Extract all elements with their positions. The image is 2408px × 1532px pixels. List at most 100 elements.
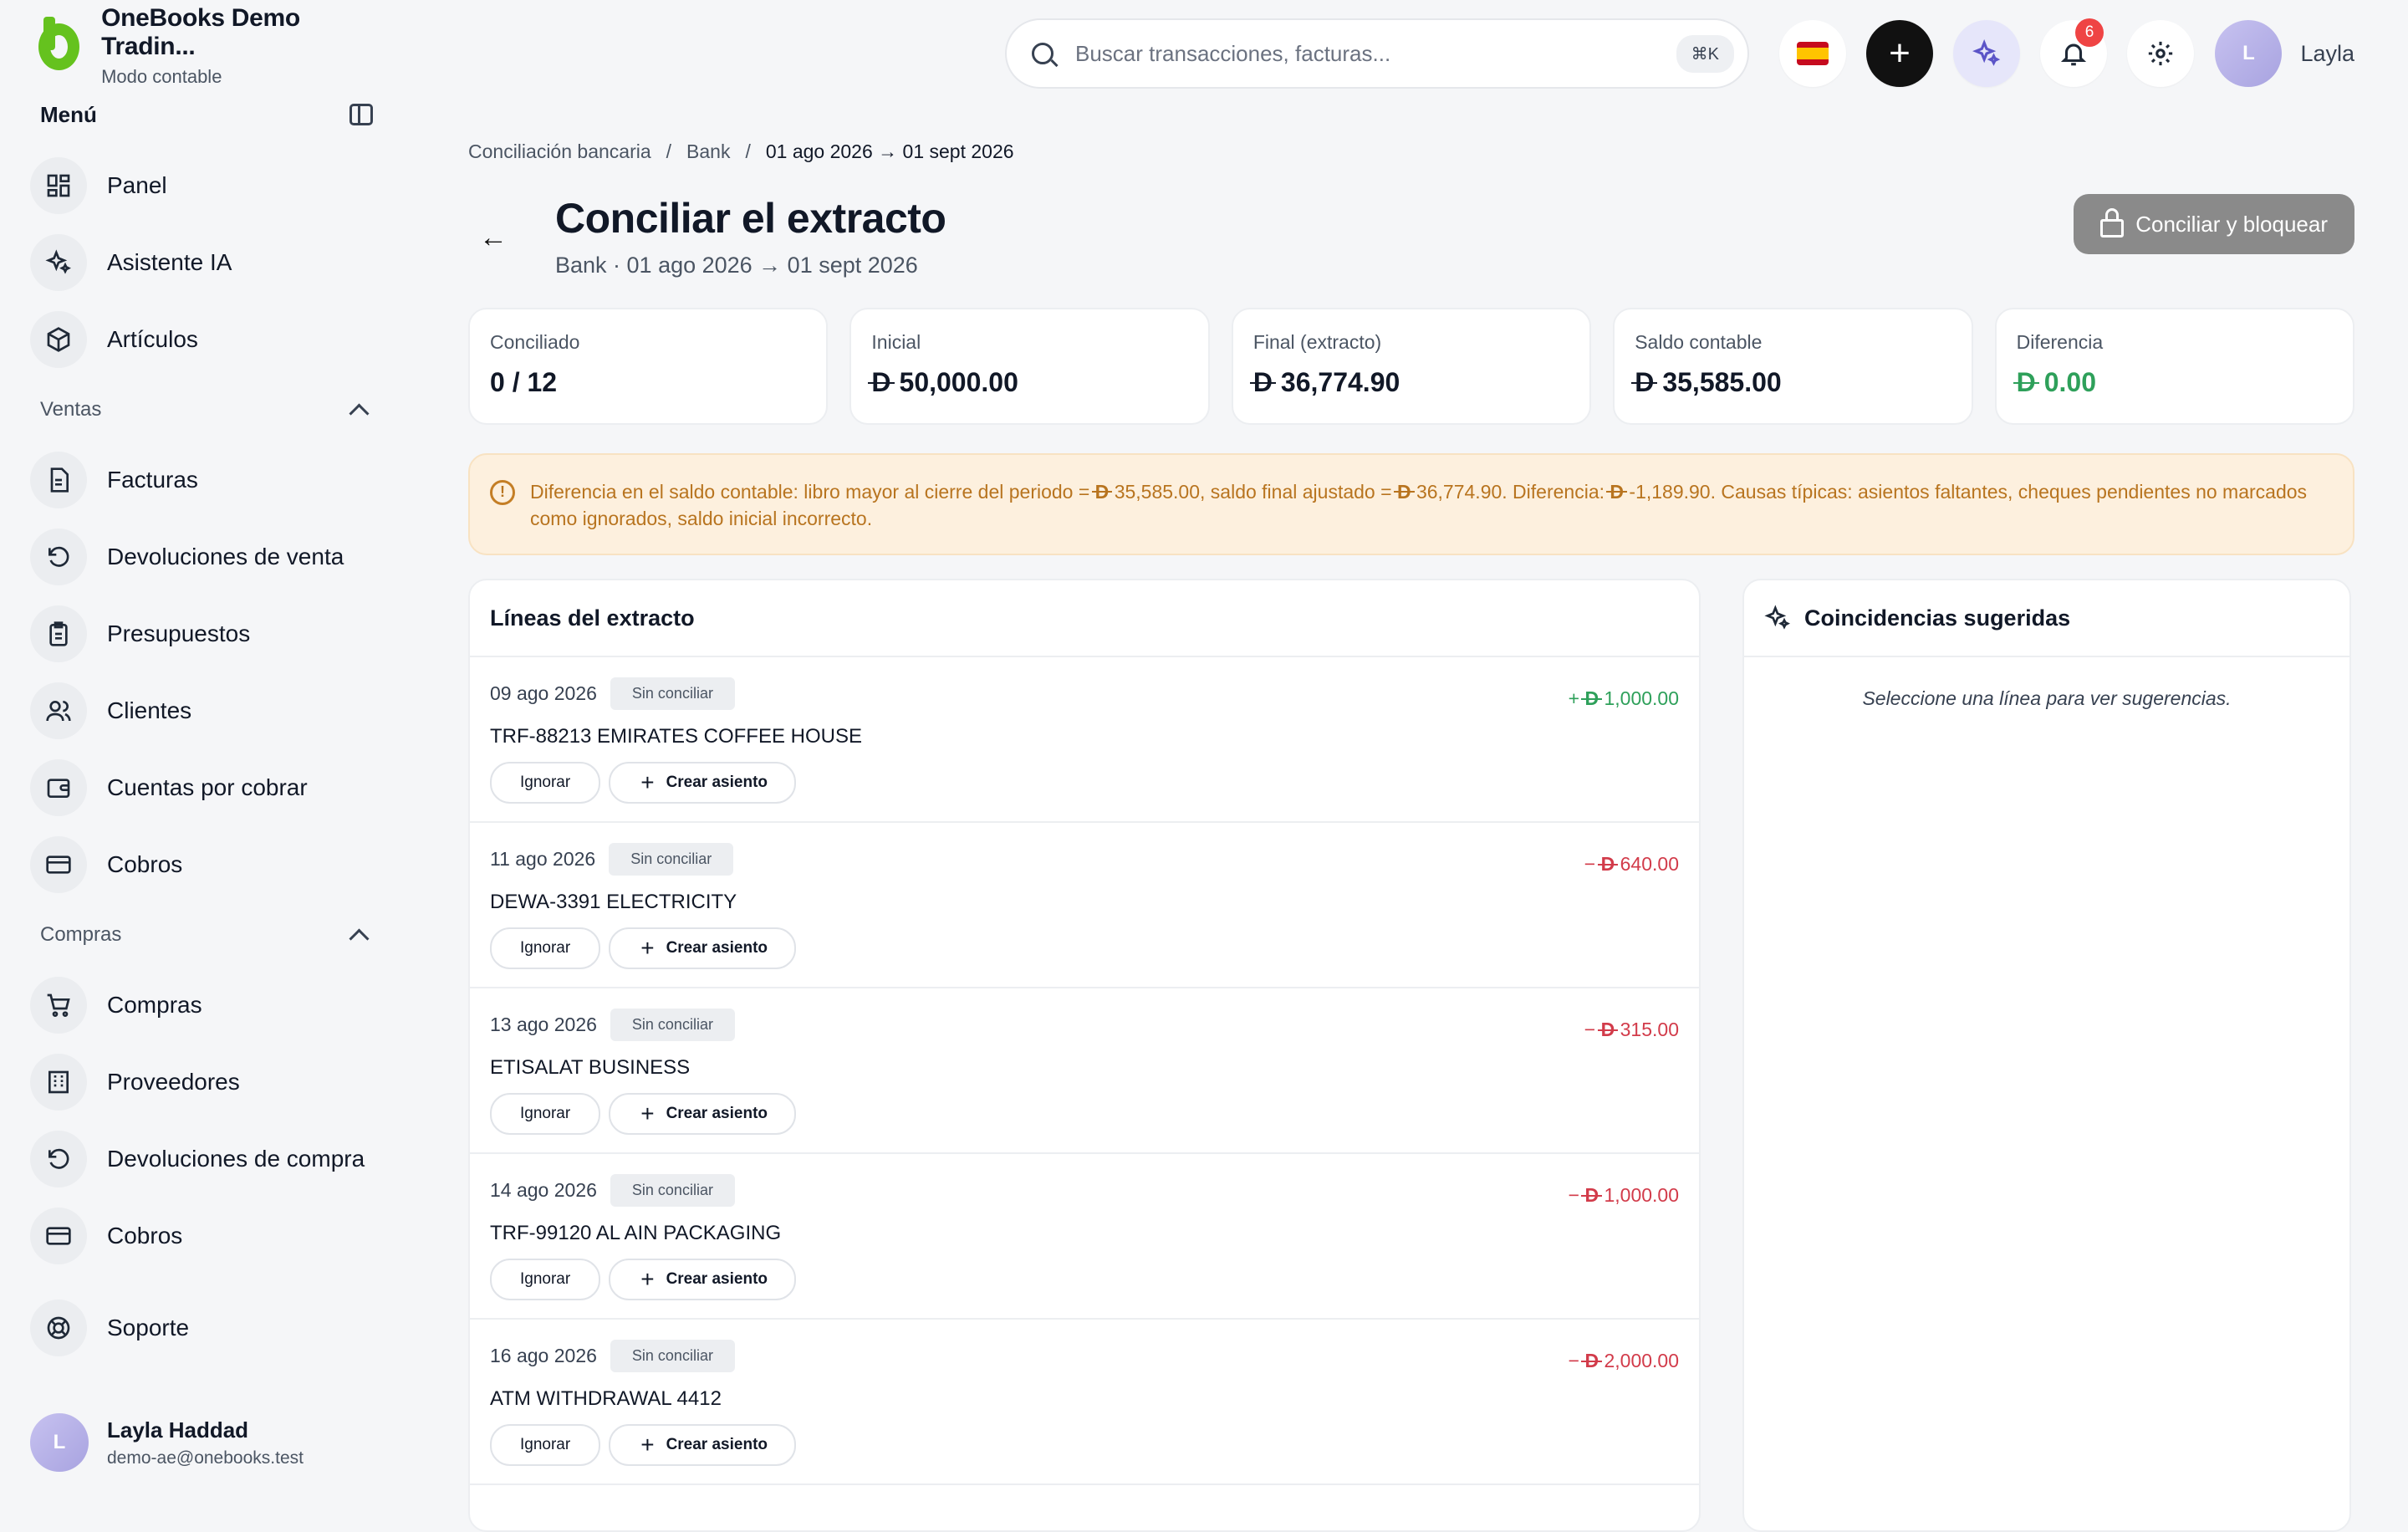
sparkles-icon	[1972, 39, 2001, 66]
search-bar[interactable]: ⌘K	[1005, 18, 1749, 89]
line-amount: − D 640.00	[1584, 853, 1679, 876]
create-new-button[interactable]: +	[1866, 20, 1933, 87]
section-compras[interactable]: Compras	[40, 903, 371, 967]
rotate-ccw-icon	[30, 1131, 87, 1187]
line-description: DEWA-3391 ELECTRICITY	[490, 891, 737, 913]
back-arrow-icon[interactable]: ←	[468, 212, 518, 263]
line-amount: + D 1,000.00	[1569, 687, 1679, 710]
sidebar-item-ai[interactable]: Asistente IA	[30, 224, 371, 301]
sidebar-item-purchase-payments[interactable]: Cobros	[30, 1198, 371, 1274]
create-entry-label: Crear asiento	[666, 939, 768, 957]
stat-opening: Inicial D 50,000.00	[849, 308, 1210, 425]
status-badge: Sin conciliar	[609, 843, 734, 876]
ignore-button[interactable]: Ignorar	[490, 927, 601, 969]
chevron-up-icon	[349, 402, 370, 424]
statement-line-row[interactable]: 13 ago 2026 Sin conciliar ETISALAT BUSIN…	[470, 988, 1699, 1154]
sidebar-item-label: Artículos	[107, 326, 198, 352]
breadcrumb-bank-reconciliation[interactable]: Conciliación bancaria	[468, 140, 651, 163]
stat-value: 35,585.00	[1662, 367, 1782, 397]
alert-value: -1,189.90	[1629, 481, 1711, 503]
line-description: TRF-99120 AL AIN PACKAGING	[490, 1222, 782, 1244]
create-entry-button[interactable]: + Crear asiento	[609, 927, 797, 969]
reconcile-lock-button[interactable]: Conciliar y bloquear	[2074, 194, 2354, 254]
user-menu[interactable]: L Layla	[2215, 20, 2354, 87]
notifications-button[interactable]: 6	[2040, 18, 2107, 87]
ignore-button[interactable]: Ignorar	[490, 1093, 601, 1135]
notification-count-badge: 6	[2075, 18, 2104, 47]
company-mode: Modo contable	[101, 66, 222, 87]
user-email: demo-ae@onebooks.test	[107, 1448, 304, 1468]
cart-icon	[30, 977, 87, 1034]
create-entry-button[interactable]: + Crear asiento	[609, 1424, 797, 1466]
create-entry-button[interactable]: + Crear asiento	[609, 1259, 797, 1300]
section-ventas[interactable]: Ventas	[40, 378, 371, 442]
stat-value: 36,774.90	[1280, 367, 1400, 397]
wallet-icon	[30, 759, 87, 816]
avatar: L	[2215, 20, 2283, 87]
status-badge: Sin conciliar	[610, 677, 735, 710]
statement-line-row[interactable]: 09 ago 2026 Sin conciliar TRF-88213 EMIR…	[470, 657, 1699, 823]
sidebar-item-support[interactable]: Soporte	[30, 1289, 371, 1366]
rotate-ccw-icon	[30, 529, 87, 585]
create-entry-button[interactable]: + Crear asiento	[609, 1093, 797, 1135]
search-input[interactable]	[1074, 39, 1676, 68]
line-description: TRF-88213 EMIRATES COFFEE HOUSE	[490, 725, 862, 748]
language-button[interactable]	[1779, 20, 1846, 87]
create-entry-label: Crear asiento	[666, 1270, 768, 1288]
line-description: ATM WITHDRAWAL 4412	[490, 1387, 722, 1410]
currency-icon: D	[1581, 687, 1602, 709]
sidebar-item-purchase-returns[interactable]: Devoluciones de compra	[30, 1121, 371, 1198]
amount-sign: +	[1568, 687, 1580, 709]
ai-assistant-button[interactable]	[1953, 20, 2020, 87]
sidebar-item-panel[interactable]: Panel	[30, 147, 371, 224]
shortcut-hint: ⌘K	[1676, 34, 1734, 73]
sidebar-item-quotes[interactable]: Presupuestos	[30, 595, 371, 672]
sidebar-item-items[interactable]: Artículos	[30, 301, 371, 378]
statement-line-row[interactable]: 11 ago 2026 Sin conciliar DEWA-3391 ELEC…	[470, 823, 1699, 988]
menu-title: Menú	[40, 101, 97, 127]
statement-lines-panel: Líneas del extracto 09 ago 2026 Sin conc…	[468, 579, 1701, 1532]
sidebar-toggle-icon[interactable]	[349, 104, 373, 125]
line-header: 16 ago 2026 Sin conciliar	[490, 1340, 1679, 1372]
stat-value: 50,000.00	[899, 367, 1018, 397]
sidebar-item-customers[interactable]: Clientes	[30, 672, 371, 749]
amount-value: 2,000.00	[1604, 1350, 1679, 1371]
statement-lines-list: 09 ago 2026 Sin conciliar TRF-88213 EMIR…	[470, 657, 1699, 1485]
sidebar-item-sales-payments[interactable]: Cobros	[30, 826, 371, 903]
sidebar-item-purchases[interactable]: Compras	[30, 967, 371, 1044]
currency-icon: D	[868, 367, 895, 397]
spain-flag-icon	[1797, 42, 1829, 65]
grid-icon	[30, 157, 87, 214]
brand[interactable]: OneBooks Demo Tradin... Modo contable	[30, 0, 371, 92]
line-date: 16 ago 2026	[490, 1345, 597, 1366]
user-card[interactable]: L Layla Haddad demo-ae@onebooks.test	[30, 1413, 304, 1472]
ignore-button[interactable]: Ignorar	[490, 1424, 601, 1466]
create-entry-button[interactable]: + Crear asiento	[609, 762, 797, 804]
line-amount: − D 2,000.00	[1569, 1350, 1679, 1372]
currency-icon: D	[1581, 1184, 1602, 1206]
ignore-button[interactable]: Ignorar	[490, 762, 601, 804]
avatar: L	[30, 1413, 89, 1472]
menu-header: Menú	[40, 92, 373, 137]
settings-button[interactable]	[2127, 20, 2194, 87]
stat-label: Conciliado	[490, 331, 580, 353]
sidebar-item-sales-returns[interactable]: Devoluciones de venta	[30, 518, 371, 595]
sidebar-item-receivables[interactable]: Cuentas por cobrar	[30, 749, 371, 826]
sidebar-item-label: Soporte	[107, 1315, 190, 1340]
line-date: 13 ago 2026	[490, 1014, 597, 1035]
statement-line-row[interactable]: 16 ago 2026 Sin conciliar ATM WITHDRAWAL…	[470, 1320, 1699, 1485]
ignore-button[interactable]: Ignorar	[490, 1259, 601, 1300]
amount-value: 640.00	[1620, 853, 1679, 875]
brand-logo-icon	[32, 17, 84, 75]
section-label: Ventas	[40, 398, 102, 421]
sidebar-item-invoices[interactable]: Facturas	[30, 442, 371, 518]
statement-line-row[interactable]: 14 ago 2026 Sin conciliar TRF-99120 AL A…	[470, 1154, 1699, 1320]
plus-icon: +	[640, 1100, 655, 1126]
alert-value: 36,774.90	[1416, 481, 1502, 503]
sidebar-item-suppliers[interactable]: Proveedores	[30, 1044, 371, 1121]
currency-icon: D	[1597, 1019, 1618, 1040]
sidebar-item-label: Panel	[107, 172, 167, 198]
breadcrumb-bank[interactable]: Bank	[686, 140, 730, 163]
balance-warning-alert: ! Diferencia en el saldo contable: libro…	[468, 453, 2354, 556]
stat-value: 0 / 12	[490, 367, 558, 397]
